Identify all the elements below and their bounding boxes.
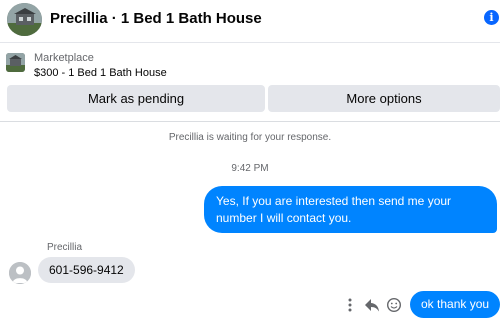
house-photo-icon	[6, 53, 25, 72]
listing-thumbnail[interactable]	[6, 53, 25, 72]
sender-name: Precillia	[47, 242, 83, 253]
listing-title[interactable]: $300 - 1 Bed 1 Bath House	[34, 67, 167, 79]
listing-source-label: Marketplace	[34, 52, 94, 64]
reply-icon[interactable]	[364, 296, 380, 314]
message-actions	[342, 296, 406, 314]
divider	[0, 121, 500, 122]
incoming-message[interactable]: 601-596-9412	[38, 257, 135, 283]
react-emoji-icon[interactable]	[386, 296, 402, 314]
avatar[interactable]	[9, 262, 31, 284]
mark-as-pending-button[interactable]: Mark as pending	[7, 85, 265, 112]
info-icon[interactable]: i	[484, 10, 499, 25]
message-timestamp: 9:42 PM	[231, 163, 269, 174]
more-icon[interactable]	[342, 296, 358, 314]
chat-title[interactable]: Precillia · 1 Bed 1 Bath House	[50, 10, 262, 27]
chat-header: Precillia · 1 Bed 1 Bath House i	[0, 0, 500, 41]
outgoing-message[interactable]: Yes, If you are interested then send me …	[204, 186, 497, 233]
outgoing-message[interactable]: ok thank you	[410, 291, 500, 318]
listing-avatar[interactable]	[7, 3, 42, 36]
marketplace-listing-card: Marketplace $300 - 1 Bed 1 Bath House Ma…	[0, 42, 500, 120]
user-placeholder-icon	[9, 262, 31, 284]
house-photo-icon	[7, 3, 42, 36]
more-options-button[interactable]: More options	[268, 85, 500, 112]
system-message: Precillia is waiting for your response.	[168, 132, 332, 143]
